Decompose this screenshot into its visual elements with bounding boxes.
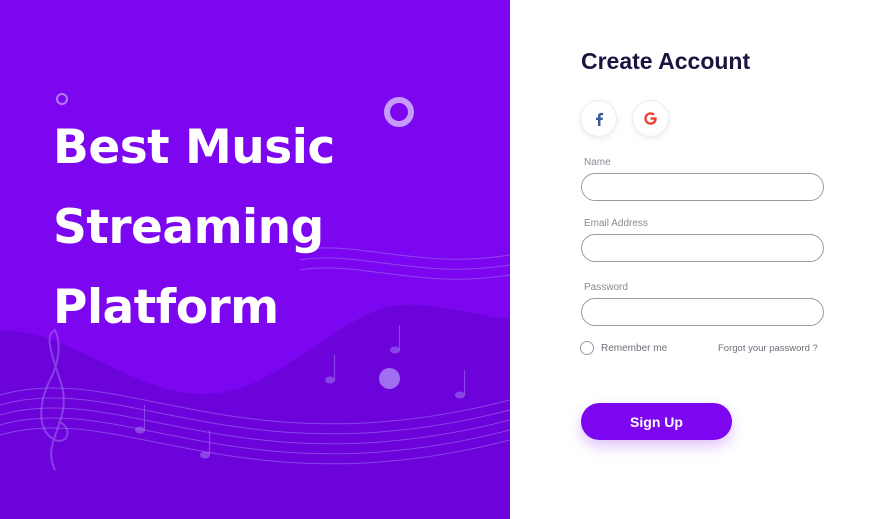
name-label: Name <box>584 157 611 168</box>
hero-panel: Best Music Streaming Platform <box>0 0 510 519</box>
hero-line: Platform <box>53 280 279 335</box>
name-field[interactable] <box>581 173 824 201</box>
sign-up-button[interactable]: Sign Up <box>581 403 732 440</box>
google-icon <box>644 112 657 125</box>
form-title: Create Account <box>581 48 751 74</box>
hero-headline: Best Music Streaming Platform <box>53 108 335 348</box>
remember-me-label: Remember me <box>601 342 668 354</box>
password-field[interactable] <box>581 298 824 326</box>
signup-form: Create Account Name Email Address Passwo… <box>510 0 896 519</box>
dot-decoration <box>379 368 400 389</box>
password-label: Password <box>584 282 628 293</box>
email-label: Email Address <box>584 218 648 229</box>
remember-me[interactable]: Remember me <box>580 341 667 355</box>
facebook-login-button[interactable] <box>580 100 617 137</box>
forgot-password-link[interactable]: Forgot your password ? <box>718 343 818 354</box>
remember-me-checkbox[interactable] <box>580 341 594 355</box>
ring-decoration <box>384 97 414 127</box>
hero-line: Streaming <box>53 200 324 255</box>
hero-line: Best Music <box>53 120 335 175</box>
email-field[interactable] <box>581 234 824 262</box>
facebook-icon <box>595 112 603 126</box>
google-login-button[interactable] <box>632 100 669 137</box>
ring-decoration <box>56 93 68 105</box>
